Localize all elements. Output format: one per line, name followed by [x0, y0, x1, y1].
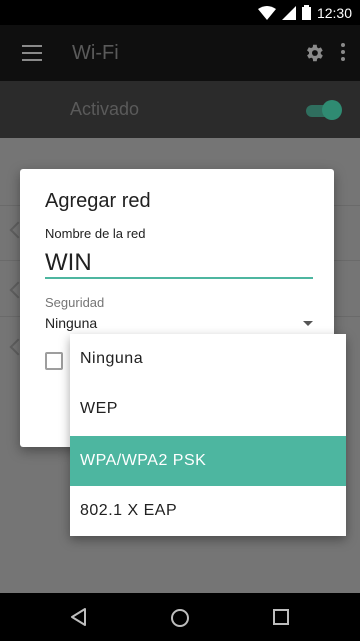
recent-apps-icon[interactable]	[273, 609, 289, 625]
back-icon[interactable]	[70, 608, 88, 626]
signal-icon	[281, 5, 296, 20]
battery-icon	[301, 5, 311, 20]
menu-item-wep[interactable]: WEP	[70, 384, 346, 434]
security-options-menu: Ninguna WEP WPA/WPA2 PSK 802.1 X EAP	[70, 334, 346, 536]
gear-icon[interactable]	[303, 42, 325, 64]
network-name-input[interactable]	[45, 249, 313, 279]
app-bar: Wi-Fi	[0, 25, 360, 81]
menu-item-ninguna[interactable]: Ninguna	[70, 334, 346, 384]
status-bar: 12:30	[0, 0, 360, 25]
menu-icon[interactable]	[22, 45, 42, 61]
navigation-bar	[0, 593, 360, 641]
dropdown-arrow-icon	[303, 321, 313, 326]
home-icon[interactable]	[171, 609, 189, 627]
checkbox[interactable]	[45, 352, 63, 370]
wifi-master-switch-row[interactable]: Activado	[0, 81, 360, 138]
security-selected-value: Ninguna	[45, 315, 98, 331]
page-title: Wi-Fi	[72, 42, 119, 64]
security-label: Seguridad	[45, 295, 105, 310]
network-name-label: Nombre de la red	[45, 226, 146, 241]
wifi-toggle[interactable]	[306, 100, 342, 120]
toggle-thumb	[322, 100, 342, 120]
menu-item-8021x-eap[interactable]: 802.1 X EAP	[70, 486, 346, 536]
wifi-icon	[257, 5, 276, 20]
status-time: 12:30	[316, 4, 352, 21]
status-icons: 12:30	[257, 4, 352, 21]
menu-item-wpa-psk[interactable]: WPA/WPA2 PSK	[70, 436, 346, 486]
more-options-icon[interactable]	[340, 43, 346, 63]
dialog-title: Agregar red	[45, 190, 151, 212]
master-switch-label: Activado	[70, 99, 140, 119]
